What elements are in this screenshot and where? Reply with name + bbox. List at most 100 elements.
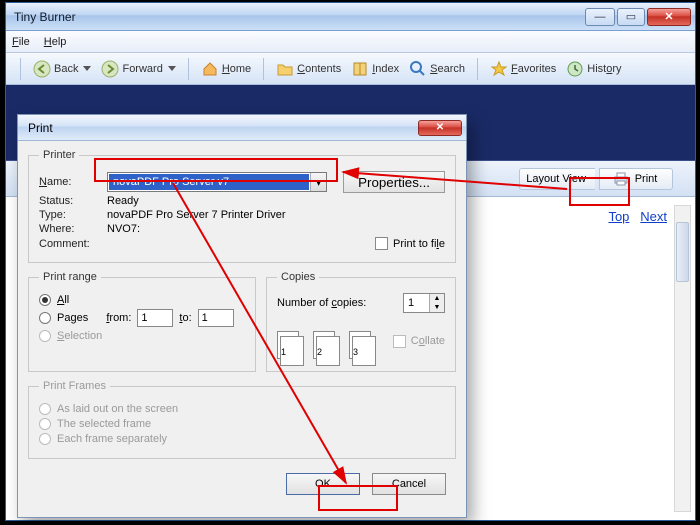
print-button-label: Print bbox=[635, 173, 658, 185]
radio-icon bbox=[39, 418, 51, 430]
frames-each-radio: Each frame separately bbox=[39, 433, 445, 445]
where-label: Where: bbox=[39, 223, 101, 235]
radio-icon bbox=[39, 294, 51, 306]
ok-button[interactable]: OK bbox=[286, 473, 360, 495]
comment-label: Comment: bbox=[39, 238, 101, 250]
properties-button[interactable]: Properties... bbox=[343, 171, 445, 193]
collate-checkbox: Collate bbox=[393, 335, 445, 348]
chevron-down-icon[interactable]: ▾ bbox=[310, 173, 326, 191]
dialog-body: Printer Name: novaPDF Pro Server v7 ▾ Pr… bbox=[18, 141, 466, 505]
spin-up-icon[interactable]: ▲ bbox=[430, 294, 444, 303]
toolbar-forward[interactable]: Forward bbox=[97, 58, 179, 80]
toolbar-history-label: History bbox=[587, 63, 621, 75]
scroll-thumb[interactable] bbox=[676, 222, 689, 282]
name-label: Name: bbox=[39, 176, 101, 188]
clock-icon bbox=[566, 60, 584, 78]
spin-down-icon[interactable]: ▼ bbox=[430, 303, 444, 312]
toolbar-history[interactable]: History bbox=[562, 58, 625, 80]
frames-aslaid-radio: As laid out on the screen bbox=[39, 403, 445, 415]
printer-name-combo[interactable]: novaPDF Pro Server v7 ▾ bbox=[107, 172, 327, 192]
frames-each-label: Each frame separately bbox=[57, 433, 167, 445]
to-input[interactable]: 1 bbox=[198, 309, 234, 327]
collate-label: Collate bbox=[411, 335, 445, 347]
top-link[interactable]: Top bbox=[608, 209, 629, 224]
print-to-file-label: Print to file bbox=[393, 238, 445, 250]
layout-view-button[interactable]: Layout View bbox=[519, 168, 595, 190]
collate-preview-icon: 1 2 3 bbox=[277, 331, 371, 359]
back-icon bbox=[33, 60, 51, 78]
type-label: Type: bbox=[39, 209, 101, 221]
dialog-titlebar: Print ✕ bbox=[18, 115, 466, 141]
dialog-title: Print bbox=[28, 121, 418, 135]
print-dialog: Print ✕ Printer Name: novaPDF Pro Server… bbox=[17, 114, 467, 518]
star-icon bbox=[490, 60, 508, 78]
toolbar-index[interactable]: Index bbox=[347, 58, 403, 80]
selection-label: Selection bbox=[57, 330, 102, 342]
dialog-buttons: OK Cancel bbox=[28, 467, 456, 495]
range-pages-radio[interactable]: Pages from: 1 to: 1 bbox=[39, 309, 245, 327]
forward-icon bbox=[101, 60, 119, 78]
radio-icon bbox=[39, 433, 51, 445]
printer-group: Printer Name: novaPDF Pro Server v7 ▾ Pr… bbox=[28, 149, 456, 263]
range-all-radio[interactable]: All bbox=[39, 294, 245, 306]
dialog-close-button[interactable]: ✕ bbox=[418, 120, 462, 136]
from-label: from: bbox=[106, 312, 131, 324]
chevron-down-icon bbox=[168, 66, 176, 71]
toolbar-favorites-label: Favorites bbox=[511, 63, 556, 75]
copies-group: Copies Number of copies: 1 ▲▼ 1 2 3 bbox=[266, 271, 456, 372]
frames-selected-label: The selected frame bbox=[57, 418, 151, 430]
type-value: novaPDF Pro Server 7 Printer Driver bbox=[107, 209, 286, 221]
to-label: to: bbox=[179, 312, 191, 324]
checkbox-icon bbox=[375, 237, 388, 250]
window-controls: — ▭ ✕ bbox=[583, 8, 691, 26]
print-range-legend: Print range bbox=[39, 271, 101, 283]
toolbar-home-label: Home bbox=[222, 63, 251, 75]
copies-legend: Copies bbox=[277, 271, 319, 283]
toolbar-contents[interactable]: Contents bbox=[272, 58, 345, 80]
menu-file[interactable]: File bbox=[12, 36, 30, 48]
printer-name-value: novaPDF Pro Server v7 bbox=[109, 174, 309, 190]
menu-help[interactable]: Help bbox=[44, 36, 67, 48]
minimize-button[interactable]: — bbox=[585, 8, 615, 26]
status-value: Ready bbox=[107, 195, 139, 207]
home-icon bbox=[201, 60, 219, 78]
cancel-button[interactable]: Cancel bbox=[372, 473, 446, 495]
print-frames-group: Print Frames As laid out on the screen T… bbox=[28, 380, 456, 459]
toolbar-index-label: Index bbox=[372, 63, 399, 75]
toolbar: Back Forward Home Contents bbox=[6, 53, 695, 85]
range-selection-radio: Selection bbox=[39, 330, 245, 342]
toolbar-search[interactable]: Search bbox=[405, 58, 469, 80]
frames-selected-radio: The selected frame bbox=[39, 418, 445, 430]
radio-icon bbox=[39, 330, 51, 342]
toolbar-back-label: Back bbox=[54, 63, 78, 75]
titlebar: Tiny Burner — ▭ ✕ bbox=[6, 3, 695, 31]
print-button[interactable]: Print bbox=[599, 168, 673, 190]
printer-legend: Printer bbox=[39, 149, 79, 161]
book-icon bbox=[351, 60, 369, 78]
printer-icon bbox=[612, 170, 630, 188]
toolbar-search-label: Search bbox=[430, 63, 465, 75]
copies-label: Number of copies: bbox=[277, 297, 366, 309]
maximize-button[interactable]: ▭ bbox=[617, 8, 645, 26]
layout-view-label: Layout View bbox=[526, 173, 586, 185]
close-button[interactable]: ✕ bbox=[647, 8, 691, 26]
toolbar-back[interactable]: Back bbox=[29, 58, 95, 80]
print-to-file-checkbox[interactable]: Print to file bbox=[375, 237, 445, 250]
from-input[interactable]: 1 bbox=[137, 309, 173, 327]
vertical-scrollbar[interactable] bbox=[674, 205, 691, 512]
where-value: NVO7: bbox=[107, 223, 140, 235]
window-title: Tiny Burner bbox=[14, 10, 583, 24]
copies-input[interactable]: 1 ▲▼ bbox=[403, 293, 445, 313]
status-label: Status: bbox=[39, 195, 101, 207]
search-icon bbox=[409, 60, 427, 78]
frames-aslaid-label: As laid out on the screen bbox=[57, 403, 178, 415]
next-link[interactable]: Next bbox=[640, 209, 667, 224]
radio-icon bbox=[39, 312, 51, 324]
checkbox-icon bbox=[393, 335, 406, 348]
toolbar-favorites[interactable]: Favorites bbox=[486, 58, 560, 80]
print-frames-legend: Print Frames bbox=[39, 380, 110, 392]
radio-icon bbox=[39, 403, 51, 415]
menubar: File Help bbox=[6, 31, 695, 53]
toolbar-home[interactable]: Home bbox=[197, 58, 255, 80]
toolbar-contents-label: Contents bbox=[297, 63, 341, 75]
